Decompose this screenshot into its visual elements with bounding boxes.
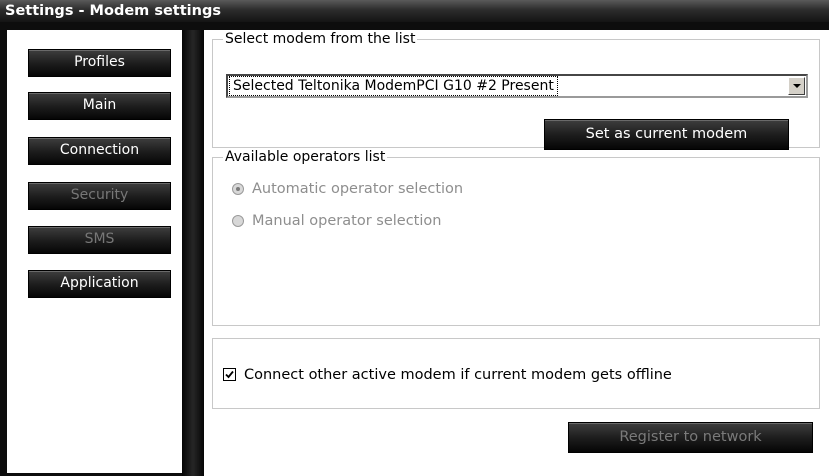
settings-window: Settings - Modem settings Profiles Main … <box>0 0 829 476</box>
window-title: Settings - Modem settings <box>0 0 829 22</box>
set-current-modem-button[interactable]: Set as current modem <box>544 119 789 150</box>
modem-settings-panel: Select modem from the list Selected Telt… <box>204 30 829 476</box>
automatic-operator-label: Automatic operator selection <box>252 181 464 197</box>
chevron-down-icon <box>793 84 801 88</box>
modem-select-legend: Select modem from the list <box>225 31 416 47</box>
sidebar-item-main[interactable]: Main <box>28 92 171 120</box>
sidebar-item-profiles[interactable]: Profiles <box>28 49 171 77</box>
dropdown-arrow-button[interactable] <box>788 77 805 95</box>
operators-legend: Available operators list <box>225 149 386 165</box>
sidebar-item-security: Security <box>28 182 171 210</box>
checkmark-icon <box>225 370 234 379</box>
sidebar-item-connection[interactable]: Connection <box>28 137 171 165</box>
connect-other-modem-label: Connect other active modem if current mo… <box>244 367 672 383</box>
manual-operator-radio <box>232 215 244 227</box>
modem-select-group: Select modem from the list Selected Telt… <box>212 31 820 150</box>
modem-select-value: Selected Teltonika ModemPCI G10 #2 Prese… <box>229 76 558 96</box>
sidebar: Profiles Main Connection Security SMS Ap… <box>7 30 182 473</box>
sidebar-item-sms: SMS <box>28 226 171 254</box>
panel-divider <box>182 30 204 476</box>
automatic-operator-radio <box>232 183 244 195</box>
operators-group: Available operators list Automatic opera… <box>212 149 820 453</box>
sidebar-item-application[interactable]: Application <box>28 270 171 298</box>
connect-other-modem-checkbox[interactable] <box>223 368 236 381</box>
register-network-button: Register to network <box>568 422 813 453</box>
manual-operator-label: Manual operator selection <box>252 213 442 229</box>
modem-select-dropdown[interactable]: Selected Teltonika ModemPCI G10 #2 Prese… <box>226 74 808 98</box>
